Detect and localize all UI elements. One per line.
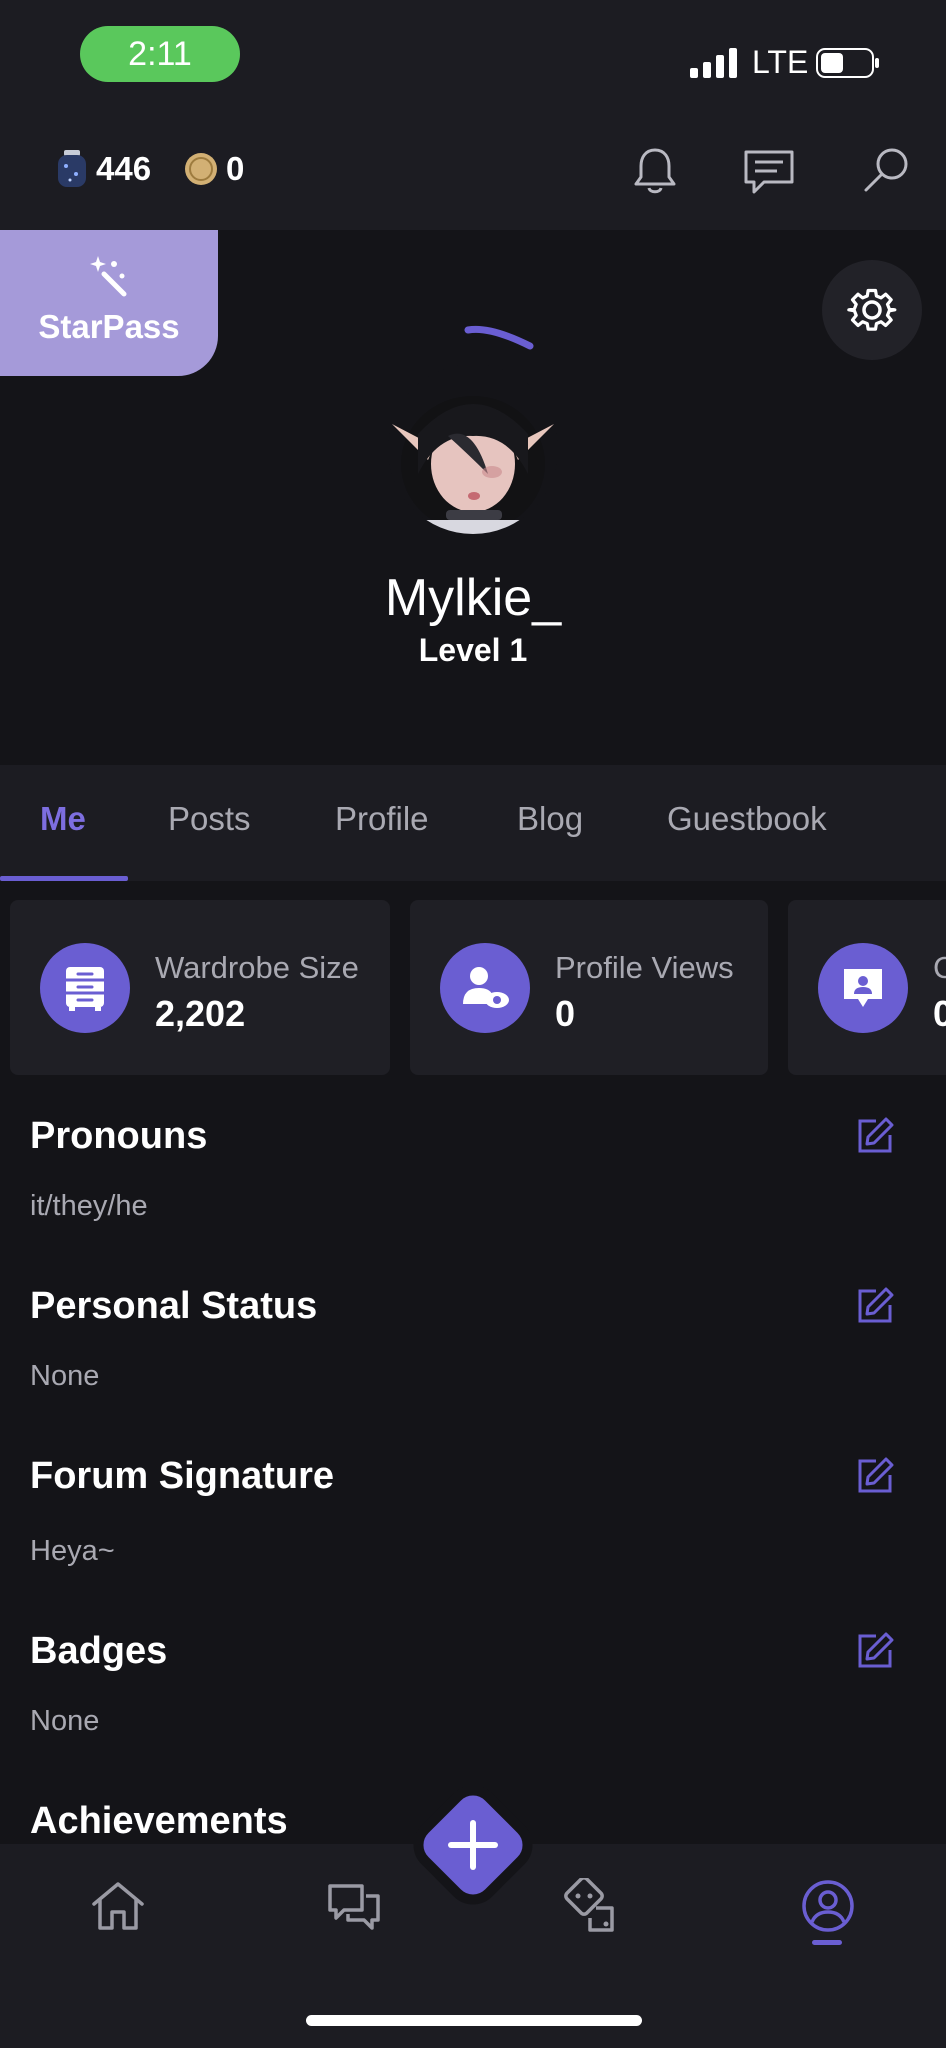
- wand-sparkle-icon: [90, 256, 127, 297]
- profile-icon[interactable]: [800, 1878, 856, 1934]
- edit-forum-signature-icon[interactable]: [856, 1457, 894, 1495]
- tab-me[interactable]: Me: [40, 800, 86, 838]
- tab-posts[interactable]: Posts: [168, 800, 251, 838]
- section-title-pronouns: Pronouns: [30, 1115, 208, 1157]
- status-time: 2:11: [80, 26, 240, 82]
- third-stat-icon-badge: [818, 943, 908, 1033]
- stat-label-wardrobe: Wardrobe Size: [155, 950, 359, 985]
- section-title-badges: Badges: [30, 1630, 168, 1672]
- avatar-image: [388, 364, 558, 534]
- stat-label-profile-views: Profile Views: [555, 950, 734, 985]
- wardrobe-icon: [66, 967, 104, 1011]
- search-icon[interactable]: [860, 144, 914, 198]
- stat-card-wardrobe[interactable]: Wardrobe Size 2,202: [10, 900, 390, 1075]
- wardrobe-icon-badge: [40, 943, 130, 1033]
- gem-jar-counter[interactable]: 446: [56, 150, 151, 188]
- home-icon[interactable]: [90, 1878, 146, 1934]
- starpass-button[interactable]: StarPass: [0, 230, 218, 376]
- signal-icon: [690, 48, 737, 78]
- section-title-achievements: Achievements: [30, 1800, 288, 1842]
- forums-icon[interactable]: [326, 1878, 382, 1934]
- edit-badges-icon[interactable]: [856, 1632, 894, 1670]
- stat-value-profile-views: 0: [555, 993, 576, 1034]
- gem-count: 446: [96, 150, 152, 187]
- user-level: Level 1: [418, 632, 528, 668]
- settings-button[interactable]: [822, 260, 922, 360]
- tab-blog[interactable]: Blog: [517, 800, 583, 838]
- games-dice-icon[interactable]: [562, 1878, 618, 1934]
- section-value-forum-signature: Heya~: [30, 1535, 115, 1567]
- tab-guestbook[interactable]: Guestbook: [667, 800, 827, 838]
- edit-personal-status-icon[interactable]: [856, 1287, 894, 1325]
- stat-value-wardrobe: 2,202: [155, 993, 246, 1034]
- profile-views-icon-badge: [440, 943, 530, 1033]
- avatar[interactable]: [388, 364, 558, 534]
- messages-icon[interactable]: [742, 144, 796, 198]
- tab-active-indicator: [0, 876, 128, 881]
- username: Mylkie_: [384, 569, 562, 627]
- user-view-icon: [463, 967, 509, 1008]
- gem-jar-icon: [58, 150, 86, 187]
- coin-icon: [185, 153, 217, 185]
- stat-value-third: 0: [933, 993, 946, 1034]
- tab-profile[interactable]: Profile: [335, 800, 429, 838]
- stat-card-profile-views[interactable]: Profile Views 0: [410, 900, 768, 1075]
- gear-icon: [847, 288, 897, 331]
- carrier-label: LTE: [752, 44, 809, 80]
- chat-user-icon: [844, 969, 882, 1007]
- battery-icon: [816, 48, 879, 78]
- section-value-badges: None: [30, 1705, 100, 1737]
- section-title-personal-status: Personal Status: [30, 1285, 318, 1327]
- coin-count: 0: [226, 150, 245, 187]
- level-progress-arc: [464, 325, 534, 350]
- coin-counter[interactable]: 0: [184, 150, 244, 188]
- section-title-forum-signature: Forum Signature: [30, 1455, 335, 1497]
- bell-icon[interactable]: [628, 144, 682, 198]
- create-button[interactable]: [395, 1767, 551, 1923]
- stat-label-third: C: [933, 950, 946, 985]
- home-indicator[interactable]: [306, 2015, 642, 2026]
- stat-card-third[interactable]: C 0: [788, 900, 946, 1075]
- section-value-personal-status: None: [30, 1360, 100, 1392]
- edit-pronouns-icon[interactable]: [856, 1117, 894, 1155]
- section-value-pronouns: it/they/he: [30, 1190, 148, 1222]
- nav-active-indicator: [812, 1940, 842, 1945]
- starpass-label: StarPass: [38, 308, 180, 345]
